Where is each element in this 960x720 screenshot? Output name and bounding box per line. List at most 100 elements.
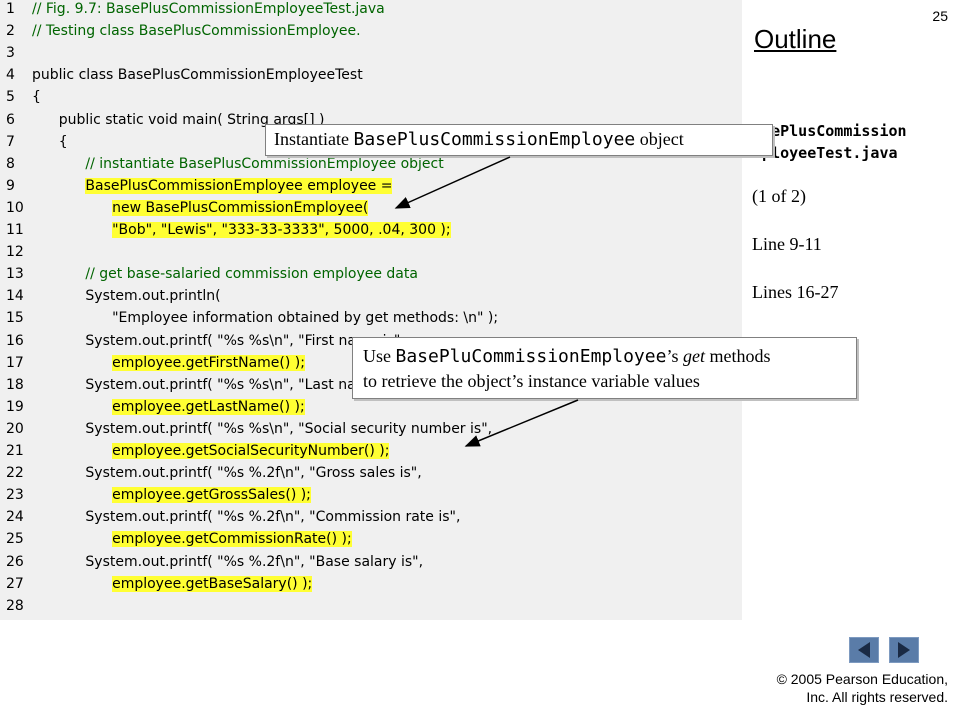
code-text: employee.getLastName() ); (112, 398, 305, 415)
callout-instantiate: Instantiate BasePlusCommissionEmployee o… (265, 124, 773, 156)
code-line: 2 // Testing class BasePlusCommissionEmpl… (0, 22, 742, 44)
line-number: 8 (6, 155, 15, 172)
file-name-line1: BasePlusCommission (760, 122, 907, 140)
callout-get-methods: Use BasePluCommissionEmployee’s get meth… (352, 337, 857, 399)
line-number: 9 (6, 177, 15, 194)
code-line: 28 (0, 597, 742, 619)
line-number: 14 (6, 288, 24, 305)
callout-get-italic: get (682, 346, 705, 366)
previous-slide-button[interactable] (849, 637, 879, 663)
code-line: 25 employee.getCommissionRate() ); (0, 530, 742, 552)
triangle-right-icon (898, 642, 910, 658)
code-text: employee.getCommissionRate() ); (112, 531, 352, 548)
triangle-left-icon (858, 642, 870, 658)
code-line: 19 employee.getLastName() ); (0, 398, 742, 420)
file-name: BasePlusCommission EmployeeTest.java (760, 120, 960, 164)
copyright: © 2005 Pearson Education, Inc. All right… (708, 670, 948, 706)
code-text: // Fig. 9.7: BasePlusCommissionEmployeeT… (32, 1, 385, 17)
callout-instantiate-suffix: object (635, 129, 684, 149)
code-text: employee.getBaseSalary() ); (112, 575, 313, 592)
code-line: 23 employee.getGrossSales() ); (0, 486, 742, 508)
code-text: employee.getSocialSecurityNumber() ); (112, 443, 390, 459)
code-line: 12 (0, 243, 742, 265)
line-number: 23 (6, 487, 24, 504)
line-number: 1 (6, 1, 15, 17)
code-text: public class BasePlusCommissionEmployeeT… (32, 67, 363, 84)
code-text: // get base-salaried commission employee… (85, 266, 418, 283)
line-number: 20 (6, 420, 24, 437)
line-number: 16 (6, 332, 24, 349)
code-line: 26 System.out.printf( "%s %.2f\n", "Base … (0, 553, 742, 575)
next-slide-button[interactable] (889, 637, 919, 663)
code-text: System.out.printf( "%s %.2f\n", "Gross s… (85, 465, 422, 482)
callout-get-line2: to retrieve the object’s instance variab… (363, 371, 700, 391)
line-number: 2 (6, 23, 15, 40)
outline-title[interactable]: Outline (754, 24, 836, 55)
line-number: 25 (6, 531, 24, 548)
line-number: 19 (6, 398, 24, 415)
file-name-line2: EmployeeTest.java (760, 144, 898, 162)
code-line: 11 "Bob", "Lewis", "333-33-3333", 5000, .… (0, 221, 742, 243)
callout-instantiate-code: BasePlusCommissionEmployee (353, 129, 636, 150)
code-text: BasePlusCommissionEmployee employee = (85, 177, 393, 194)
line-number: 10 (6, 199, 24, 216)
callout-get-code: BasePluCommissionEmployee (395, 346, 667, 367)
callout-get-suffix: methods (704, 346, 771, 366)
line-number: 24 (6, 509, 24, 526)
code-text: "Bob", "Lewis", "333-33-3333", 5000, .04… (112, 222, 451, 238)
code-text: // instantiate BasePlusCommissionEmploye… (85, 155, 444, 172)
code-listing: 1 // Fig. 9.7: BasePlusCommissionEmployee… (0, 0, 742, 620)
code-line: 14 System.out.println( (0, 287, 742, 309)
code-line: 8 // instantiate BasePlusCommissionEmploy… (0, 155, 742, 177)
line-number: 7 (6, 133, 15, 150)
line-number: 22 (6, 465, 24, 482)
line-number: 18 (6, 376, 24, 393)
line-reference-1: Line 9-11 (752, 234, 822, 254)
code-line: 21 employee.getSocialSecurityNumber() ); (0, 442, 742, 464)
callout-get-mid: ’s (666, 346, 683, 366)
code-line: 20 System.out.printf( "%s %s\n", "Social … (0, 420, 742, 442)
code-line: 15 "Employee information obtained by get … (0, 309, 742, 331)
code-text: { (58, 133, 68, 150)
slide-number: 25 (932, 8, 948, 24)
line-number: 11 (6, 222, 24, 238)
line-number: 13 (6, 266, 24, 283)
line-number: 17 (6, 354, 24, 371)
code-text: System.out.printf( "%s %.2f\n", "Commiss… (85, 509, 461, 526)
copyright-line1: © 2005 Pearson Education, (776, 671, 948, 687)
copyright-line2: Inc. All rights reserved. (806, 689, 948, 705)
code-text: employee.getGrossSales() ); (112, 487, 311, 504)
code-line: 9 BasePlusCommissionEmployee employee = (0, 177, 742, 199)
line-reference-2: Lines 16-27 (752, 282, 839, 302)
line-number: 5 (6, 89, 15, 106)
line-number: 21 (6, 443, 24, 459)
code-line: 22 System.out.printf( "%s %.2f\n", "Gross… (0, 464, 742, 486)
callout-get-prefix: Use (363, 346, 396, 366)
line-number: 27 (6, 575, 24, 592)
code-text: System.out.printf( "%s %s\n", "Social se… (85, 420, 493, 437)
line-number: 6 (6, 111, 15, 128)
line-number: 26 (6, 553, 24, 570)
code-text: { (32, 89, 41, 106)
code-text: new BasePlusCommissionEmployee( (112, 199, 369, 216)
line-number: 28 (6, 597, 24, 614)
code-line: 1 // Fig. 9.7: BasePlusCommissionEmployee… (0, 0, 742, 22)
code-text: System.out.println( (85, 288, 221, 305)
code-text: // Testing class BasePlusCommissionEmplo… (32, 23, 361, 40)
line-number: 12 (6, 244, 24, 261)
code-line: 13 // get base-salaried commission employ… (0, 265, 742, 287)
page-indicator: (1 of 2) (752, 186, 806, 206)
code-line: 27 employee.getBaseSalary() ); (0, 575, 742, 597)
code-line: 4 public class BasePlusCommissionEmployee… (0, 66, 742, 88)
line-number: 4 (6, 67, 15, 84)
code-text: employee.getFirstName() ); (112, 354, 305, 371)
code-line: 3 (0, 44, 742, 66)
line-number: 15 (6, 310, 24, 327)
code-line: 10 new BasePlusCommissionEmployee( (0, 199, 742, 221)
code-line: 5{ (0, 88, 742, 110)
line-number: 3 (6, 45, 15, 62)
code-line: 24 System.out.printf( "%s %.2f\n", "Commi… (0, 508, 742, 530)
code-text: System.out.printf( "%s %.2f\n", "Base sa… (85, 553, 424, 570)
code-text: "Employee information obtained by get me… (112, 310, 499, 327)
callout-instantiate-prefix: Instantiate (274, 129, 354, 149)
